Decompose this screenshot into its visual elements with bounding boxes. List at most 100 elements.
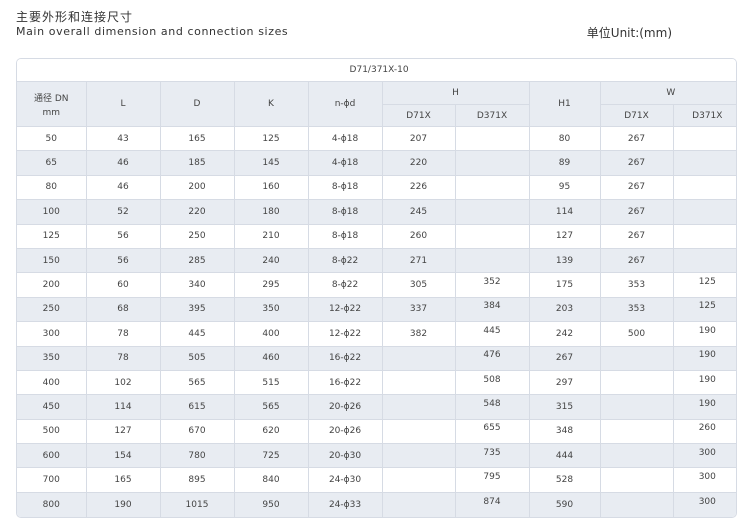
cell-h-d371x: 508 — [454, 369, 530, 396]
cell-w-d71x: 353 — [599, 272, 674, 298]
table-row: 200 60 340 295 8-ϕ22 305 352 175 353 125 — [17, 272, 736, 298]
cell-nd: 8-ϕ22 — [307, 247, 383, 274]
cell-h-d371x-value: 352 — [483, 277, 501, 288]
cell-h-d371x-value: 874 — [483, 496, 501, 507]
cell-w-d71x — [599, 443, 674, 469]
header-dn-label: 通径 DN — [33, 93, 69, 104]
cell-l: 127 — [85, 418, 161, 445]
cell-k: 350 — [233, 296, 309, 323]
cell-d: 445 — [159, 321, 235, 347]
cell-h1: 297 — [528, 369, 601, 396]
cell-nd: 8-ϕ18 — [307, 199, 383, 225]
cell-h1: 95 — [528, 174, 601, 201]
header-nd: n-ϕd — [307, 81, 383, 127]
cell-l: 114 — [85, 394, 161, 420]
cell-dn: 125 — [17, 223, 87, 249]
cell-w-d371x-value: 300 — [698, 447, 716, 458]
unit-label: 单位Unit:(mm) — [586, 26, 672, 40]
cell-w-d371x: 300 — [672, 443, 736, 469]
cell-h-d71x: 337 — [381, 296, 456, 323]
cell-dn: 700 — [17, 467, 87, 493]
cell-w-d371x — [672, 150, 736, 176]
cell-h-d371x-value: 735 — [483, 447, 501, 458]
cell-h-d71x: 207 — [381, 125, 456, 152]
cell-h-d371x: 445 — [454, 321, 530, 347]
cell-k: 950 — [233, 491, 309, 517]
header-w-d71x: D71X — [599, 104, 674, 127]
cell-h-d371x: 476 — [454, 345, 530, 371]
cell-dn: 80 — [17, 174, 87, 201]
cell-h-d371x: 352 — [454, 272, 530, 298]
cell-h-d371x: 384 — [454, 296, 530, 323]
cell-w-d71x — [599, 345, 674, 371]
cell-nd: 4-ϕ18 — [307, 150, 383, 176]
table-row: 400 102 565 515 16-ϕ22 508 297 190 — [17, 369, 736, 396]
cell-w-d71x: 267 — [599, 199, 674, 225]
cell-nd: 20-ϕ26 — [307, 418, 383, 445]
cell-h-d371x-value: 384 — [483, 301, 501, 312]
cell-w-d371x — [672, 125, 736, 152]
cell-d: 395 — [159, 296, 235, 323]
cell-dn: 150 — [17, 247, 87, 274]
header-dn-unit: mm — [42, 107, 61, 118]
table-row: 300 78 445 400 12-ϕ22 382 445 242 500 19… — [17, 321, 736, 347]
cell-d: 670 — [159, 418, 235, 445]
cell-w-d71x — [599, 467, 674, 493]
cell-w-d371x: 190 — [672, 321, 736, 347]
table-row: 350 78 505 460 16-ϕ22 476 267 190 — [17, 345, 736, 371]
cell-w-d371x-value: 300 — [698, 496, 716, 507]
cell-dn: 250 — [17, 296, 87, 323]
cell-h-d371x: 874 — [454, 491, 530, 517]
cell-h-d371x-value: 795 — [483, 472, 501, 483]
cell-dn: 500 — [17, 418, 87, 445]
cell-nd: 20-ϕ30 — [307, 443, 383, 469]
cell-h1: 114 — [528, 199, 601, 225]
cell-h-d371x — [454, 125, 530, 152]
header-d: D — [159, 81, 235, 127]
cell-k: 515 — [233, 369, 309, 396]
cell-l: 154 — [85, 443, 161, 469]
header-h-d71x: D71X — [382, 104, 456, 127]
cell-l: 190 — [85, 491, 161, 517]
table-row: 150 56 285 240 8-ϕ22 271 139 267 — [17, 247, 736, 274]
cell-h-d371x: 548 — [454, 394, 530, 420]
cell-h1: 590 — [528, 491, 601, 517]
cell-h-d371x — [454, 247, 530, 274]
cell-dn: 100 — [17, 199, 87, 225]
cell-dn: 300 — [17, 321, 87, 347]
cell-h1: 528 — [528, 467, 601, 493]
table-row: 100 52 220 180 8-ϕ18 245 114 267 — [17, 199, 736, 225]
header-h-d371x: D371X — [454, 104, 530, 127]
cell-h1: 315 — [528, 394, 601, 420]
cell-h1: 267 — [528, 345, 601, 371]
cell-dn: 600 — [17, 443, 87, 469]
header-dn: 通径 DN mm — [17, 81, 87, 127]
cell-h-d371x-value: 655 — [483, 423, 501, 434]
cell-nd: 12-ϕ22 — [307, 321, 383, 347]
cell-h-d371x: 795 — [454, 467, 530, 493]
cell-nd: 20-ϕ26 — [307, 394, 383, 420]
cell-k: 620 — [233, 418, 309, 445]
cell-dn: 400 — [17, 369, 87, 396]
cell-h1: 80 — [528, 125, 601, 152]
cell-nd: 16-ϕ22 — [307, 369, 383, 396]
cell-k: 460 — [233, 345, 309, 371]
cell-dn: 50 — [17, 125, 87, 152]
cell-w-d371x — [672, 174, 736, 201]
cell-h-d71x: 245 — [381, 199, 456, 225]
cell-d: 340 — [159, 272, 235, 298]
cell-l: 46 — [85, 150, 161, 176]
header-w-d371x: D371X — [672, 104, 736, 127]
cell-w-d371x-value: 190 — [698, 374, 716, 385]
table-row: 700 165 895 840 24-ϕ30 795 528 300 — [17, 467, 736, 493]
cell-h-d71x: 260 — [381, 223, 456, 249]
title-chinese: 主要外形和连接尺寸 — [16, 10, 134, 24]
cell-w-d371x-value: 125 — [698, 301, 716, 312]
cell-h-d71x — [381, 443, 456, 469]
cell-nd: 8-ϕ22 — [307, 272, 383, 298]
cell-l: 102 — [85, 369, 161, 396]
cell-w-d71x — [599, 418, 674, 445]
cell-d: 1015 — [159, 491, 235, 517]
cell-d: 505 — [159, 345, 235, 371]
header-h1: H1 — [528, 81, 601, 127]
